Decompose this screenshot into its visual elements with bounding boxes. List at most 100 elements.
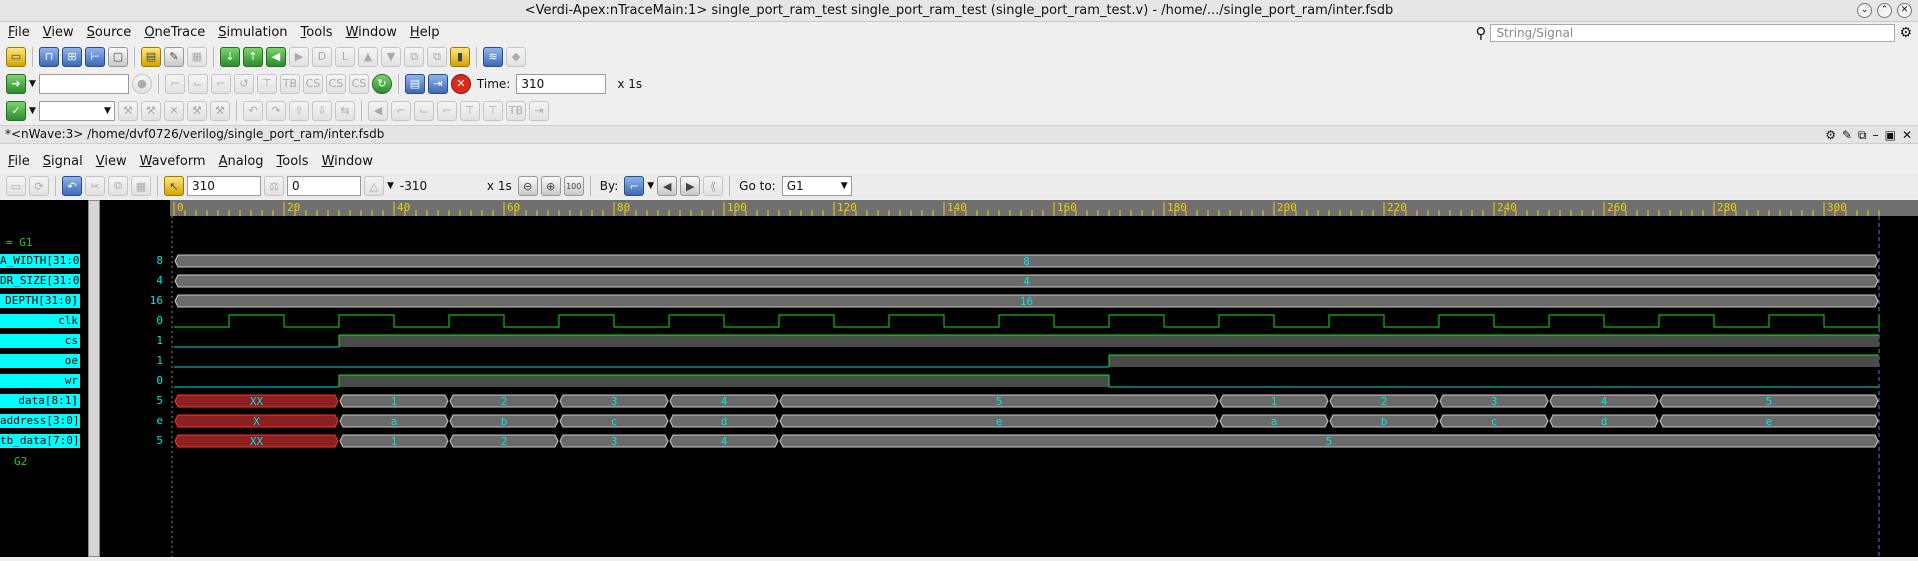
step-icon[interactable]: ⌐ [436,100,457,121]
cursor-time-input[interactable]: 310 [187,176,261,196]
scope-select[interactable]: ▼ [38,100,115,121]
signal-name-panel[interactable]: = G1 G2 A_WIDTH[31:0] DR_SIZE[31:0] DEPTH[31… [0,200,82,557]
maximize-icon[interactable]: ⌃ [1877,3,1892,18]
search-back-icon[interactable]: ⟪ [703,176,724,196]
menu-source[interactable]: Source [87,25,132,40]
command-field[interactable] [38,73,129,94]
wave-menu-view[interactable]: View [96,154,127,169]
cut-icon[interactable]: ✂ [85,176,105,196]
menu-onetrace[interactable]: OneTrace [144,25,205,40]
edit-icon[interactable]: ✎ [164,46,184,67]
prev-icon[interactable]: ◀ [367,100,388,121]
wave-menu-file[interactable]: File [8,154,30,169]
cs-icon[interactable]: CS [302,73,323,94]
last-icon[interactable]: ⇥ [528,100,549,121]
paste-icon[interactable]: ▦ [187,46,207,67]
tool-icon[interactable]: ✕ [163,100,184,121]
down-icon[interactable]: ⇩ [311,100,332,121]
back-arrow-icon[interactable]: ◀ [266,46,286,67]
menu-view[interactable]: View [43,25,74,40]
copy-icon[interactable]: ⧉ [108,176,128,196]
schematic-icon[interactable]: ⊓ [39,46,59,67]
forward-arrow-icon[interactable]: ▶ [289,46,309,67]
step-icon[interactable]: ⌙ [413,100,434,121]
check-icon[interactable]: ✓ [6,100,26,121]
menu-simulation[interactable]: Simulation [218,25,287,40]
next-icon[interactable]: ⊤ [256,73,277,94]
refresh-icon[interactable]: ↻ [371,73,392,94]
menu-tools[interactable]: Tools [301,25,333,40]
apex-icon[interactable]: ◆ [506,46,526,67]
tb-icon[interactable]: TB [279,73,300,94]
close-icon[interactable]: ✕ [1902,127,1912,144]
reload-icon[interactable]: ⟳ [29,176,49,196]
tool-icon[interactable]: ⚒ [117,100,138,121]
stop-icon[interactable]: ● [131,73,152,94]
cs-reset-icon[interactable]: CS [325,73,346,94]
redo-icon[interactable]: ↷ [265,100,286,121]
settings-icon[interactable]: ⚙ [1825,127,1836,144]
search-by-icon[interactable]: ⌐ [624,176,645,196]
trace-up-icon[interactable]: ↑ [243,46,263,67]
maximize-icon[interactable]: ▣ [1885,127,1896,144]
report-icon[interactable]: ▤ [404,73,425,94]
pin-icon[interactable]: ✎ [1842,127,1852,144]
menu-help[interactable]: Help [410,25,440,40]
wave-menu-tools[interactable]: Tools [277,154,309,169]
stop-sim-icon[interactable]: ✕ [450,73,471,94]
signal-panel-scrollbar[interactable] [88,200,100,557]
dropdown-icon[interactable]: ▼ [387,181,394,191]
wave-menu-window[interactable]: Window [322,154,373,169]
marker-time-input[interactable]: 0 [287,176,361,196]
folder-icon[interactable]: ▤ [141,46,161,67]
step-icon[interactable]: ⌐ [390,100,411,121]
open-icon[interactable]: ▭ [6,46,26,67]
export-icon[interactable]: ⇥ [427,73,448,94]
up-icon[interactable]: ⇧ [288,100,309,121]
trace-down-icon[interactable]: ↓ [220,46,240,67]
flow-icon[interactable]: ⇆ [334,100,355,121]
load-icon[interactable]: L [335,46,355,67]
waveform-canvas[interactable]: 0 20 40 60 80 100 120 140 160 180 200 220 240 260 280 3… [170,200,1918,557]
marker-icon[interactable]: ⚖ [264,176,284,196]
dropdown-icon[interactable]: ▼ [29,79,36,89]
search-input[interactable]: String/Signal [1490,23,1896,42]
wave-menu-signal[interactable]: Signal [43,154,83,169]
tool-icon[interactable]: ⚒ [209,100,230,121]
step-icon[interactable]: ⊤ [482,100,503,121]
menu-file[interactable]: File [8,25,30,40]
minimize-icon[interactable]: ⌄ [1857,3,1872,18]
flow-view-icon[interactable]: ⊞ [62,46,82,67]
minimize-icon[interactable]: – [1873,127,1879,144]
tool-icon[interactable]: ⚒ [140,100,161,121]
dropdown-icon[interactable]: ▼ [647,181,654,191]
run-arrow-icon[interactable]: ➜ [6,73,26,94]
undo-icon[interactable]: ↶ [242,100,263,121]
hierarchy-icon[interactable]: ⊢ [85,46,105,67]
nwave-icon[interactable]: ≋ [483,46,503,67]
gear-icon[interactable]: ⚙ [1899,25,1912,41]
close-icon[interactable]: ✕ [1897,3,1912,18]
cs-step-icon[interactable]: CS [348,73,369,94]
zoom-in-icon[interactable]: ⊕ [540,176,561,196]
driver-icon[interactable]: D [312,46,332,67]
bookmark-icon[interactable]: ▮ [450,46,470,67]
undock-icon[interactable]: ⧉ [1858,127,1867,144]
zoom-fit-icon[interactable]: 100 [563,176,584,196]
waveform-area[interactable]: 0 20 40 60 80 100 120 140 160 180 200 220 240 260 280 3… [170,200,1918,557]
tb-icon[interactable]: TB [505,100,526,121]
search-prev-icon[interactable]: ◀ [657,176,678,196]
step-out-icon[interactable]: ↺ [233,73,254,94]
paste-icon[interactable]: ▦ [131,176,151,196]
up-icon[interactable]: ▲ [358,46,378,67]
step-icon[interactable]: ⌐ [164,73,185,94]
search-next-icon[interactable]: ▶ [680,176,701,196]
wave-menu-waveform[interactable]: Waveform [140,154,206,169]
goto-select[interactable]: G1 ▼ [781,176,852,196]
zoom-out-icon[interactable]: ⊖ [517,176,538,196]
open-icon[interactable]: ▭ [6,176,26,196]
search-icon[interactable]: ⚲ [1475,24,1486,42]
cursor-icon[interactable]: ↖ [164,176,184,196]
menu-window[interactable]: Window [346,25,397,40]
wave-menu-analog[interactable]: Analog [219,154,264,169]
